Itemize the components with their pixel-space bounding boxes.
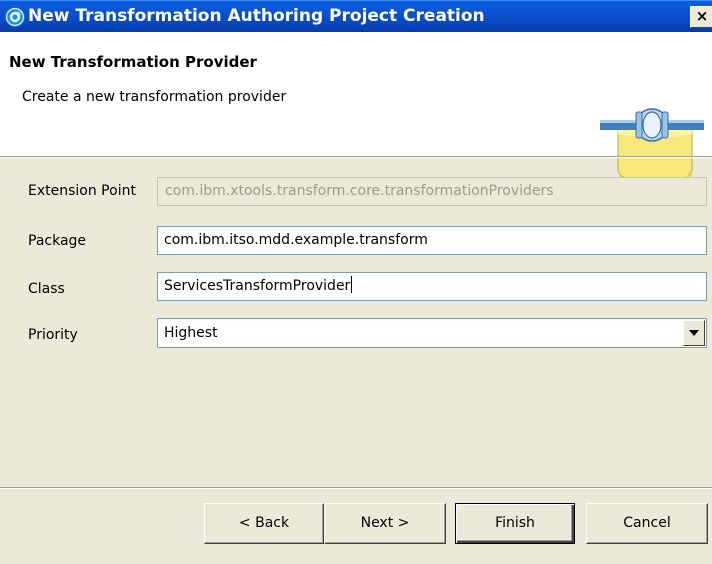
package-field[interactable]: com.ibm.itso.mdd.example.transform [157,226,707,255]
title-bar[interactable]: New Transformation Authoring Project Cre… [0,0,712,32]
transformation-plug-icon [600,90,704,182]
button-bar-divider-highlight [0,488,712,489]
back-button[interactable]: < Back [204,503,324,544]
cancel-button[interactable]: Cancel [586,503,708,544]
close-icon: × [695,7,709,25]
class-value: ServicesTransformProvider [164,278,351,294]
close-button[interactable]: × [690,6,712,28]
page-title: New Transformation Provider [9,53,257,71]
priority-select[interactable]: Highest [157,318,707,348]
page-description: Create a new transformation provider [22,89,287,105]
priority-selected-value: Highest [164,325,218,341]
class-field[interactable]: ServicesTransformProvider [157,272,707,301]
wizard-dialog: New Transformation Authoring Project Cre… [0,0,712,564]
wizard-banner: New Transformation Provider Create a new… [0,32,712,179]
banner-divider-highlight [0,157,712,158]
finish-button[interactable]: Finish [455,503,575,544]
class-label: Class [28,281,65,297]
window-title: New Transformation Authoring Project Cre… [28,6,485,26]
package-value: com.ibm.itso.mdd.example.transform [164,232,428,248]
package-label: Package [28,233,87,249]
dropdown-arrow-icon [689,330,699,336]
priority-dropdown-button[interactable] [683,320,705,346]
priority-label: Priority [28,327,78,343]
next-button[interactable]: Next > [324,503,446,544]
extension-point-field: com.ibm.xtools.transform.core.transforma… [157,177,707,206]
extension-point-label: Extension Point [28,183,136,199]
extension-point-value: com.ibm.xtools.transform.core.transforma… [165,183,554,199]
eclipse-icon [5,7,25,27]
text-caret [351,276,353,293]
